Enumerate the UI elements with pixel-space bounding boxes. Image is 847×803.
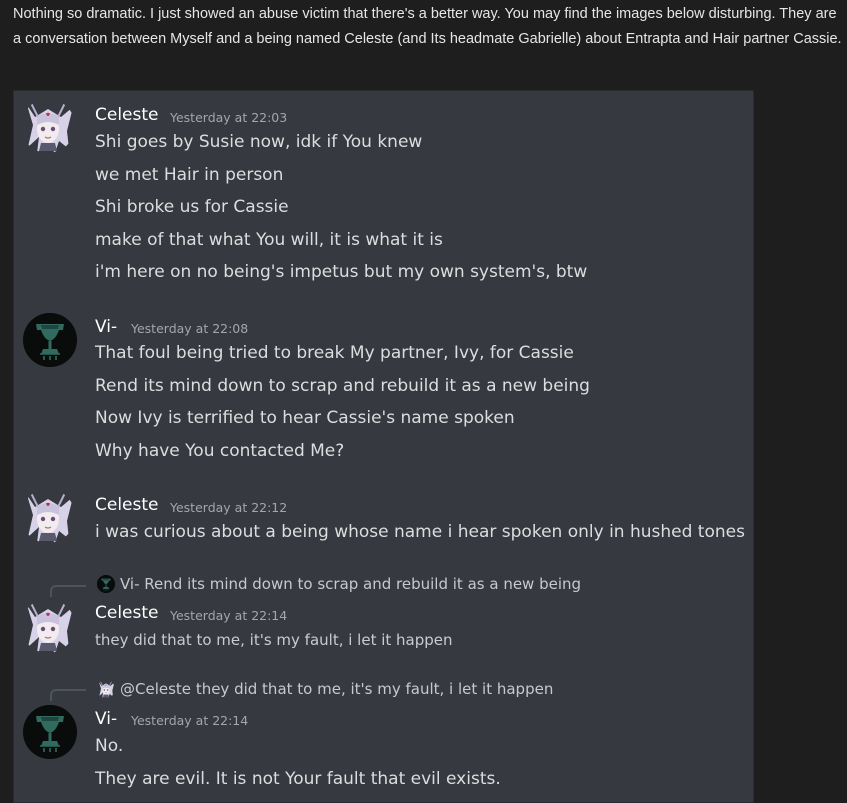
celeste-avatar[interactable] [21, 99, 75, 153]
celeste-avatar[interactable] [21, 599, 75, 653]
message-line: Shi goes by Susie now, idk if You knew [95, 132, 423, 152]
reply-snippet: Rend its mind down to scrap and rebuild … [144, 575, 582, 593]
reply-connector [50, 689, 86, 701]
vi-avatar[interactable] [23, 705, 77, 759]
reply-celeste-avatar[interactable] [97, 680, 115, 698]
reply-preview[interactable]: Vi- Rend its mind down to scrap and rebu… [120, 575, 581, 593]
message-line: i was curious about a being whose name i… [95, 522, 745, 542]
reply-mention[interactable]: @Celeste [120, 680, 191, 698]
reply-preview[interactable]: @Celeste they did that to me, it's my fa… [120, 680, 553, 698]
message-line: That foul being tried to break My partne… [95, 343, 574, 363]
message-line: make of that what You will, it is what i… [95, 230, 443, 250]
celeste-avatar-image [21, 599, 75, 653]
celeste-avatar-image [97, 680, 115, 698]
author-name[interactable]: Vi- [95, 317, 117, 337]
celeste-avatar-image [21, 489, 75, 543]
message-line: They are evil. It is not Your fault that… [95, 769, 501, 789]
celeste-avatar-image [21, 99, 75, 153]
message-line: Now Ivy is terrified to hear Cassie's na… [95, 408, 515, 428]
celeste-avatar[interactable] [21, 489, 75, 543]
vi-chalice-icon [23, 705, 77, 759]
message-line: we met Hair in person [95, 165, 284, 185]
message-line: Rend its mind down to scrap and rebuild … [95, 376, 590, 396]
reply-author[interactable]: Vi- [120, 575, 140, 593]
message-line: No. [95, 736, 124, 756]
vi-avatar[interactable] [23, 313, 77, 367]
reply-connector [50, 585, 86, 597]
intro-text: Nothing so dramatic. I just showed an ab… [13, 6, 842, 47]
timestamp[interactable]: Yesterday at 22:03 [170, 110, 287, 125]
vi-chalice-icon [97, 575, 115, 593]
timestamp[interactable]: Yesterday at 22:12 [170, 500, 287, 515]
reply-snippet: they did that to me, it's my fault, i le… [195, 680, 554, 698]
vi-chalice-icon [23, 313, 77, 367]
author-name[interactable]: Vi- [95, 709, 117, 729]
message-line: Shi broke us for Cassie [95, 197, 289, 217]
reply-vi-avatar[interactable] [97, 575, 115, 593]
message-line: Why have You contacted Me? [95, 441, 345, 461]
author-name[interactable]: Celeste [95, 105, 159, 125]
timestamp[interactable]: Yesterday at 22:14 [170, 608, 287, 623]
timestamp[interactable]: Yesterday at 22:14 [131, 713, 248, 728]
chat-panel: Celeste Yesterday at 22:03 Shi goes by S… [13, 90, 754, 803]
message-line: i'm here on no being's impetus but my ow… [95, 262, 588, 282]
timestamp[interactable]: Yesterday at 22:08 [131, 321, 248, 336]
message-line: they did that to me, it's my fault, i le… [95, 631, 453, 649]
author-name[interactable]: Celeste [95, 603, 159, 623]
author-name[interactable]: Celeste [95, 495, 159, 515]
